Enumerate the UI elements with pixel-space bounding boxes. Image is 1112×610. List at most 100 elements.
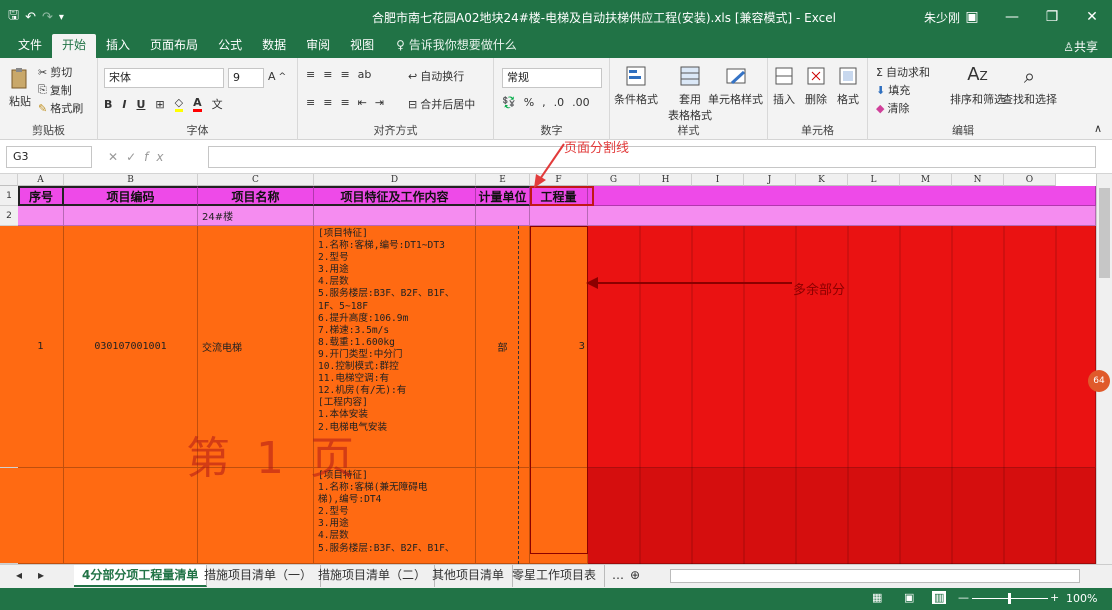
tab-view[interactable]: 视图 [340,34,384,58]
undo-icon[interactable]: ↶ [25,10,36,25]
row-header[interactable] [0,468,18,564]
header-seq[interactable]: 序号 [18,186,64,206]
minimize-icon[interactable]: — [992,0,1032,34]
align-bottom-icon[interactable]: ≡ [340,68,349,81]
format-as-table-button[interactable]: 套用 表格格式 [668,64,712,123]
sheet-tab[interactable]: 措施项目清单（二） [310,565,436,587]
comma-icon[interactable]: , [542,96,546,109]
find-select-button[interactable]: ⌕ 查找和选择 [1002,64,1057,107]
align-top-icon[interactable]: ≡ [306,68,315,81]
number-format-select[interactable]: 常规 [502,68,602,88]
column-header[interactable]: C [198,174,314,186]
add-sheet-icon[interactable]: ⊕ [622,565,648,587]
column-header[interactable]: O [1004,174,1056,186]
tab-data[interactable]: 数据 [252,34,296,58]
clear-button[interactable]: ◆ 清除 [876,100,909,116]
sheet-tab[interactable]: 措施项目清单（一） [196,565,322,587]
sort-filter-button[interactable]: AZ 排序和筛选 [950,64,1005,107]
name-box[interactable]: G3 [6,146,92,168]
select-all[interactable] [0,174,18,186]
sheet-tab[interactable]: 其他项目清单 [424,565,514,587]
zoom-thumb[interactable] [1008,593,1011,604]
share-button[interactable]: ♙共享 [1063,38,1098,55]
collapse-ribbon-icon[interactable]: ∧ [1094,122,1102,135]
cell-styles-button[interactable]: 单元格样式 [708,64,763,107]
decrease-decimal-icon[interactable]: .00 [572,96,590,109]
column-header[interactable]: B [64,174,198,186]
unit-cell[interactable]: 部 [476,226,530,468]
tab-home[interactable]: 开始 [52,34,97,58]
header-extra[interactable] [588,186,1096,206]
column-header[interactable]: K [796,174,848,186]
column-header[interactable]: J [744,174,796,186]
column-header[interactable]: M [900,174,952,186]
next-sheet-icon[interactable]: ▸ [30,565,52,587]
cut-button[interactable]: ✂ 剪切 [38,64,72,80]
percent-icon[interactable]: % [524,96,534,109]
zoom-level[interactable]: 100% [1066,592,1097,605]
increase-decimal-icon[interactable]: .0 [554,96,565,109]
wrap-text-button[interactable]: ↩ 自动换行 [408,68,464,84]
currency-icon[interactable]: 💱 [502,96,516,109]
format-cells-button[interactable]: 格式 [836,64,860,107]
paste-button[interactable]: 粘贴 [8,66,32,109]
column-header[interactable]: H [640,174,692,186]
page-layout-view-icon[interactable]: ▣ [904,591,914,604]
fill-button[interactable]: ⬇ 填充 [876,82,910,98]
notification-badge[interactable]: 64 [1088,370,1110,392]
copy-button[interactable]: ⎘ 复制 [38,82,72,98]
column-header[interactable]: D [314,174,476,186]
tab-file[interactable]: 文件 [8,34,52,58]
sheet-tab[interactable]: 4分部分项工程量清单 [74,565,208,587]
formula-input[interactable] [208,146,1096,168]
header-code[interactable]: 项目编码 [64,186,198,206]
restore-icon[interactable]: ❐ [1032,0,1072,34]
align-left-icon[interactable]: ≡ [306,96,315,109]
horizontal-scrollbar[interactable] [670,569,1080,583]
delete-cells-button[interactable]: 删除 [804,64,828,107]
grow-font-icon[interactable]: A ^ [268,70,286,83]
row-header[interactable] [0,226,18,468]
tab-review[interactable]: 审阅 [296,34,340,58]
cell[interactable] [530,206,588,226]
ribbon-display-icon[interactable]: ▣ [952,0,992,34]
tab-insert[interactable]: 插入 [96,34,140,58]
align-right-icon[interactable]: ≡ [340,96,349,109]
enter-icon[interactable]: ✓ [126,150,144,164]
normal-view-icon[interactable]: ▦ [872,591,882,604]
cell[interactable] [64,468,198,564]
conditional-format-button[interactable]: 条件格式 [614,64,658,107]
align-center-icon[interactable]: ≡ [323,96,332,109]
redo-icon[interactable]: ↷ [42,10,53,25]
header-unit[interactable]: 计量单位 [476,186,530,206]
column-header[interactable]: E [476,174,530,186]
row-header[interactable]: 2 [0,206,18,226]
font-color-icon[interactable]: A [193,96,202,112]
fx-icon[interactable]: fx [144,150,171,164]
align-middle-icon[interactable]: ≡ [323,68,332,81]
code-cell[interactable]: 030107001001 [64,226,198,468]
italic-icon[interactable]: I [122,98,126,111]
autosum-button[interactable]: Σ 自动求和 [876,64,930,80]
indent-increase-icon[interactable]: ⇥ [375,96,384,109]
sheet-tab[interactable]: 零星工作项目表 [504,565,606,587]
column-header[interactable]: I [692,174,744,186]
underline-icon[interactable]: U [136,98,145,111]
header-feature[interactable]: 项目特征及工作内容 [314,186,476,206]
orientation-icon[interactable]: ab [358,68,372,81]
row-header[interactable]: 1 [0,186,18,206]
vertical-scrollbar[interactable] [1096,174,1112,564]
merge-center-button[interactable]: ⊟ 合并后居中 [408,96,475,112]
column-header[interactable]: N [952,174,1004,186]
phonetic-icon[interactable]: 文 [212,96,223,112]
column-header[interactable]: L [848,174,900,186]
header-name[interactable]: 项目名称 [198,186,314,206]
border-icon[interactable]: ⊞ [155,98,164,111]
tab-page-layout[interactable]: 页面布局 [140,34,208,58]
cell[interactable] [476,468,530,564]
fill-color-icon[interactable]: ◇ [174,96,184,112]
tab-formulas[interactable]: 公式 [208,34,252,58]
building-cell[interactable]: 24#楼 [198,206,314,226]
cell[interactable] [314,206,476,226]
font-name-select[interactable]: 宋体 [104,68,224,88]
